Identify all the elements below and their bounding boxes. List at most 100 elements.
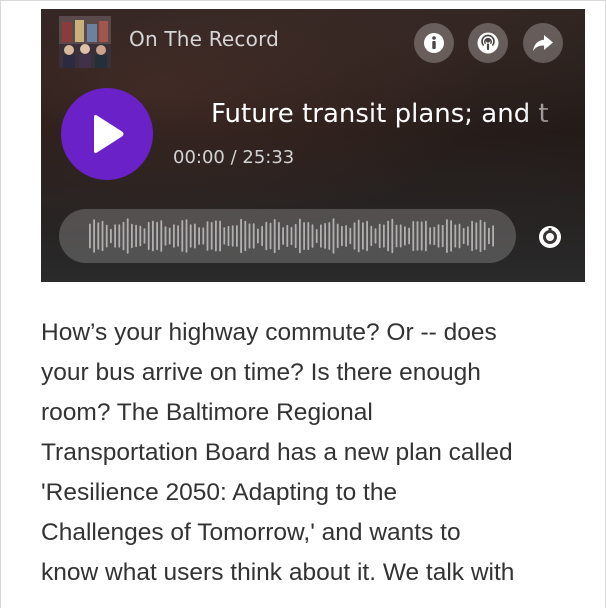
share-icon [533,35,553,51]
play-button[interactable] [61,88,153,180]
podcast-button[interactable] [468,23,508,63]
waveform-bar [189,224,192,248]
waveform-bar [488,227,490,245]
waveform-bars [89,218,494,254]
waveform-bar [194,223,196,249]
waveform-bar [126,218,129,254]
waveform-bar [198,227,200,245]
waveform-bar [143,228,146,244]
waveform-bar [164,226,167,246]
waveform-bar [450,220,452,252]
waveform-bar [105,224,108,248]
waveform-bar [122,221,125,251]
waveform-bar [244,220,247,252]
waveform-bar [185,219,188,253]
waveform-bar [374,228,377,244]
waveform-bar [467,226,469,246]
waveform-bar [349,227,352,245]
waveform-bar [446,219,448,253]
waveform-scrubber[interactable] [59,209,516,263]
waveform-bar [404,226,406,246]
waveform-bar [135,224,137,248]
article-line: Transportation Board has a new plan call… [41,439,513,466]
waveform-bar [454,224,457,248]
waveform-bar [202,227,205,245]
article-line: How’s your highway commute? Or -- does [41,319,497,346]
waveform-bar [307,222,310,251]
waveform-bar [248,223,251,249]
waveform-bar [378,223,381,249]
settings-button[interactable] [536,223,564,251]
waveform-bar [479,219,482,253]
waveform-bar [353,222,356,250]
waveform-bar [101,220,104,252]
waveform-bar [173,224,175,248]
waveform-bar [311,224,314,248]
article-line: 'Resilience 2050: Adapting to the [41,479,398,506]
waveform-bar [265,221,268,251]
waveform-bar [131,223,133,249]
waveform-bar [168,227,171,245]
audio-player: On The Record Future transit plans; and … [41,9,585,282]
waveform-bar [152,220,154,252]
waveform-bar [458,223,461,249]
waveform-bar [341,225,343,247]
waveform-bar [336,223,339,249]
waveform-bar [181,220,184,252]
waveform-bar [315,229,318,244]
waveform-bar [118,224,121,248]
waveform-bar [383,224,385,248]
waveform-bar [219,220,221,252]
waveform-bar [324,223,326,249]
waveform-bar [408,227,410,245]
waveform-bar [286,224,289,247]
waveform-bar [282,227,284,245]
waveform-bar [416,221,419,251]
waveform-bar [425,220,427,252]
waveform-bar [429,227,431,245]
waveform-bar [320,224,322,248]
waveform-bar [492,225,494,247]
waveform-bar [147,221,150,250]
waveform-bar [420,221,423,251]
waveform-bar [366,220,368,252]
waveform-bar [437,224,440,248]
waveform-bar [483,221,486,251]
waveform-bar [97,222,100,250]
waveform-bar [114,224,116,248]
waveform-bar [210,222,213,250]
waveform-bar [240,218,242,254]
share-button[interactable] [523,23,563,63]
waveform-bar [215,220,217,252]
waveform-bar [370,225,373,247]
waveform-bar [273,219,276,254]
play-icon [94,115,124,153]
waveform-bar [395,224,398,248]
waveform-bar [387,220,389,252]
show-title[interactable]: On The Record [129,27,279,51]
article-line: know what users think about it. We talk … [41,559,515,586]
waveform-bar [294,223,297,249]
waveform-bar [227,225,230,247]
info-button[interactable] [414,23,454,63]
waveform-bar [412,221,415,252]
waveform-bar [345,225,347,247]
podcast-icon [477,32,499,54]
waveform-bar [462,227,465,245]
waveform-bar [206,221,209,251]
waveform-bar [299,218,301,254]
waveform-bar [328,222,331,250]
waveform-bar [303,222,305,250]
waveform-bar [139,225,142,247]
waveform-bar [391,218,394,254]
article-line: room? The Baltimore Regional [41,399,373,426]
article-line: your bus arrive on time? Is there enough [41,359,481,386]
waveform-bar [110,228,112,244]
waveform-bar [261,225,263,247]
waveform-bar [290,226,293,246]
article-body: How’s your highway commute? Or -- does y… [41,313,601,593]
time-display: 00:00 / 25:33 [173,147,295,168]
show-thumbnail[interactable] [59,16,111,68]
article-line: Challenges of Tomorrow,' and wants to [41,519,461,546]
waveform-bar [223,227,226,245]
